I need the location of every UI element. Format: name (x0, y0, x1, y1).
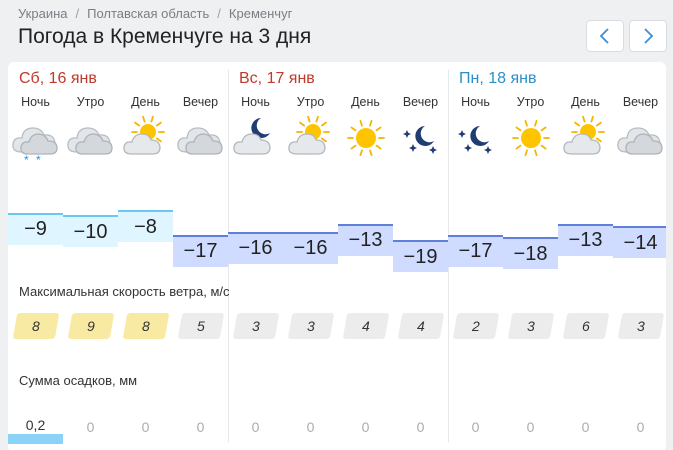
wind-speed-badge: 3 (617, 313, 665, 339)
period-label: День (351, 95, 380, 109)
precipitation-value: 0 (306, 419, 315, 435)
wind-speed-value: 3 (527, 318, 535, 334)
precipitation-section-title: Сумма осадков, мм (19, 373, 138, 388)
wind-speed-value: 4 (417, 318, 425, 334)
period-label: Вечер (402, 95, 439, 109)
wind-speed-value: 8 (142, 318, 150, 334)
snow-icon: * * (24, 153, 43, 167)
period-label: Ночь (241, 95, 270, 109)
wind-speed-badge: 6 (562, 313, 610, 339)
temperature-bar: −16 (283, 231, 338, 264)
day-label: Вс, 17 янв (239, 70, 315, 87)
breadcrumb-separator: / (217, 6, 221, 21)
precipitation-value: 0 (196, 419, 205, 435)
period-label: День (571, 95, 600, 109)
wind-speed-badge: 2 (452, 313, 500, 339)
temperature-bar: −18 (503, 237, 558, 270)
precipitation-value: 0 (141, 419, 150, 435)
precipitation-value: 0 (86, 419, 95, 435)
temperature-bar: −19 (393, 240, 448, 272)
precipitation-bar (8, 434, 63, 444)
precipitation-value: 0,2 (25, 417, 46, 433)
chevron-right-icon (644, 28, 654, 44)
period-label: Ночь (21, 95, 50, 109)
precipitation-value: 0 (581, 419, 590, 435)
temperature-bar: −14 (613, 226, 666, 259)
next-button[interactable] (629, 20, 667, 52)
sun-cloud-icon (118, 114, 173, 160)
precipitation-value: 0 (251, 419, 260, 435)
wind-speed-badge: 5 (177, 313, 225, 339)
temperature-bar: −17 (173, 234, 228, 267)
cloud-icon (173, 114, 228, 160)
wind-speed-badge: 4 (397, 313, 445, 339)
wind-speed-badge: 3 (507, 313, 555, 339)
previous-button[interactable] (586, 20, 624, 52)
forecast-card: Сб, 16 янв Вс, 17 янв Пн, 18 янв Максима… (8, 62, 666, 450)
period-label: Вечер (622, 95, 659, 109)
day-label: Пн, 18 янв (459, 70, 537, 87)
period-label: День (131, 95, 160, 109)
sun-icon (503, 114, 558, 160)
temperature-bar: −9 (8, 212, 63, 245)
period-label: Утро (296, 95, 325, 109)
temperature-bar: −13 (558, 223, 613, 256)
precipitation-value: 0 (471, 419, 480, 435)
sun-icon (338, 114, 393, 160)
breadcrumb-item-ukraine[interactable]: Украина (18, 6, 68, 21)
cloud-icon (613, 114, 666, 160)
precipitation-value: 0 (361, 419, 370, 435)
moon-stars-icon (393, 114, 448, 160)
wind-speed-value: 2 (472, 318, 480, 334)
period-label: Вечер (182, 95, 219, 109)
wind-speed-badge: 3 (232, 313, 280, 339)
breadcrumb-separator: / (75, 6, 80, 21)
wind-speed-value: 4 (362, 318, 370, 334)
breadcrumb-item-region[interactable]: Полтавская область (87, 6, 209, 21)
sun-cloud-icon (558, 114, 613, 160)
wind-speed-badge: 3 (287, 313, 335, 339)
breadcrumb-item-city[interactable]: Кременчуг (229, 6, 292, 21)
wind-speed-value: 3 (637, 318, 645, 334)
sun-cloud-icon (283, 114, 338, 160)
breadcrumb: Украина / Полтавская область / Кременчуг (18, 6, 292, 21)
temperature-bar: −17 (448, 234, 503, 267)
precipitation-value: 0 (526, 419, 535, 435)
wind-speed-value: 6 (582, 318, 590, 334)
day-label: Сб, 16 янв (19, 70, 97, 87)
cloud-icon (63, 114, 118, 160)
wind-speed-badge: 8 (12, 313, 60, 339)
wind-speed-value: 9 (87, 318, 95, 334)
moon-stars-icon (448, 114, 503, 160)
moon-cloud-icon (228, 114, 283, 160)
wind-speed-badge: 8 (122, 313, 170, 339)
chevron-left-icon (599, 28, 609, 44)
period-label: Утро (516, 95, 545, 109)
temperature-bar: −13 (338, 223, 393, 256)
period-label: Утро (76, 95, 105, 109)
wind-speed-value: 3 (307, 318, 315, 334)
wind-speed-value: 5 (197, 318, 205, 334)
period-label: Ночь (461, 95, 490, 109)
wind-speed-badge: 9 (67, 313, 115, 339)
precipitation-value: 0 (636, 419, 645, 435)
precipitation-value: 0 (416, 419, 425, 435)
page-title: Погода в Кременчуге на 3 дня (18, 25, 312, 48)
temperature-bar: −8 (118, 210, 173, 242)
temperature-bar: −16 (228, 231, 283, 264)
wind-section-title: Максимальная скорость ветра, м/с (19, 284, 230, 299)
temperature-bar: −10 (63, 215, 118, 248)
wind-speed-badge: 4 (342, 313, 390, 339)
wind-speed-value: 3 (252, 318, 260, 334)
wind-speed-value: 8 (32, 318, 40, 334)
